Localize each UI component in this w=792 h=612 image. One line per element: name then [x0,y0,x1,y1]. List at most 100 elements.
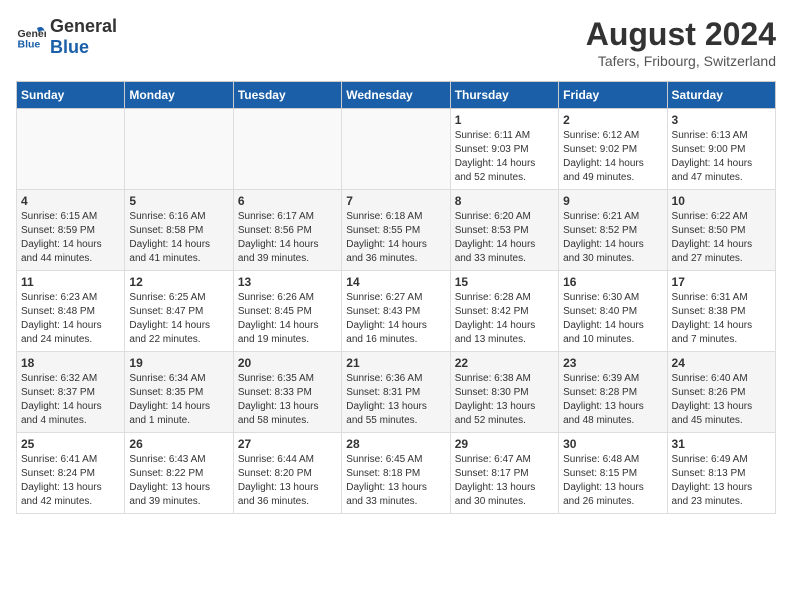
calendar-cell: 3 Sunrise: 6:13 AM Sunset: 9:00 PM Daylig… [667,109,775,190]
day-number: 5 [129,194,228,208]
day-info: Sunrise: 6:43 AM Sunset: 8:22 PM Dayligh… [129,453,228,509]
calendar-cell: 5Sunrise: 6:16 AM Sunset: 8:58 PM Daylig… [125,190,233,271]
day-info: Sunrise: 6:21 AM Sunset: 8:52 PM Dayligh… [563,210,662,266]
calendar-week-row: 4Sunrise: 6:15 AM Sunset: 8:59 PM Daylig… [17,190,776,271]
calendar-cell [233,109,341,190]
calendar-week-row: 18Sunrise: 6:32 AM Sunset: 8:37 PM Dayli… [17,352,776,433]
day-number: 31 [672,437,771,451]
calendar-cell [342,109,450,190]
calendar-cell: 13 Sunrise: 6:26 AM Sunset: 8:45 PM Dayli… [233,271,341,352]
day-info: Sunrise: 6:23 AM Sunset: 8:48 PM Dayligh… [21,291,120,347]
day-info: Sunrise: 6:22 AM Sunset: 8:50 PM Dayligh… [672,210,771,266]
day-number: 30 [563,437,662,451]
calendar-cell: 6Sunrise: 6:17 AM Sunset: 8:56 PM Daylig… [233,190,341,271]
day-number: 26 [129,437,228,451]
day-info: Sunrise: 6:39 AM Sunset: 8:28 PM Dayligh… [563,372,662,428]
weekday-header-thursday: Thursday [450,82,558,109]
calendar-cell: 10 Sunrise: 6:22 AM Sunset: 8:50 PM Dayli… [667,190,775,271]
calendar-cell: 31Sunrise: 6:49 AM Sunset: 8:13 PM Dayli… [667,433,775,514]
day-info: Sunrise: 6:34 AM Sunset: 8:35 PM Dayligh… [129,372,228,428]
calendar-week-row: 25Sunrise: 6:41 AM Sunset: 8:24 PM Dayli… [17,433,776,514]
title-section: August 2024 Tafers, Fribourg, Switzerlan… [586,16,776,69]
day-info: Sunrise: 6:13 AM Sunset: 9:00 PM Dayligh… [672,129,771,185]
day-number: 17 [672,275,771,289]
day-info: Sunrise: 6:38 AM Sunset: 8:30 PM Dayligh… [455,372,554,428]
day-number: 20 [238,356,337,370]
day-info: Sunrise: 6:48 AM Sunset: 8:15 PM Dayligh… [563,453,662,509]
day-number: 1 [455,113,554,127]
day-info: Sunrise: 6:35 AM Sunset: 8:33 PM Dayligh… [238,372,337,428]
day-number: 27 [238,437,337,451]
day-number: 2 [563,113,662,127]
day-info: Sunrise: 6:25 AM Sunset: 8:47 PM Dayligh… [129,291,228,347]
calendar-cell: 29 Sunrise: 6:47 AM Sunset: 8:17 PM Dayli… [450,433,558,514]
day-info: Sunrise: 6:47 AM Sunset: 8:17 PM Dayligh… [455,453,554,509]
logo-icon: General Blue [16,22,46,52]
day-number: 14 [346,275,445,289]
calendar-cell: 11 Sunrise: 6:23 AM Sunset: 8:48 PM Dayli… [17,271,125,352]
day-info: Sunrise: 6:26 AM Sunset: 8:45 PM Dayligh… [238,291,337,347]
day-number: 28 [346,437,445,451]
day-number: 13 [238,275,337,289]
calendar-cell: 21 Sunrise: 6:36 AM Sunset: 8:31 PM Dayli… [342,352,450,433]
calendar-cell: 8 Sunrise: 6:20 AM Sunset: 8:53 PM Daylig… [450,190,558,271]
day-info: Sunrise: 6:40 AM Sunset: 8:26 PM Dayligh… [672,372,771,428]
day-number: 10 [672,194,771,208]
day-number: 23 [563,356,662,370]
calendar-cell [17,109,125,190]
day-number: 21 [346,356,445,370]
day-number: 11 [21,275,120,289]
day-info: Sunrise: 6:28 AM Sunset: 8:42 PM Dayligh… [455,291,554,347]
day-info: Sunrise: 6:12 AM Sunset: 9:02 PM Dayligh… [563,129,662,185]
day-number: 19 [129,356,228,370]
day-info: Sunrise: 6:36 AM Sunset: 8:31 PM Dayligh… [346,372,445,428]
day-info: Sunrise: 6:15 AM Sunset: 8:59 PM Dayligh… [21,210,120,266]
weekday-header-saturday: Saturday [667,82,775,109]
day-number: 24 [672,356,771,370]
day-number: 15 [455,275,554,289]
calendar-cell: 27 Sunrise: 6:44 AM Sunset: 8:20 PM Dayli… [233,433,341,514]
weekday-header-friday: Friday [559,82,667,109]
day-number: 29 [455,437,554,451]
calendar-cell: 30 Sunrise: 6:48 AM Sunset: 8:15 PM Dayli… [559,433,667,514]
day-number: 3 [672,113,771,127]
calendar-cell: 7 Sunrise: 6:18 AM Sunset: 8:55 PM Daylig… [342,190,450,271]
calendar-cell: 26 Sunrise: 6:43 AM Sunset: 8:22 PM Dayli… [125,433,233,514]
calendar-week-row: 1Sunrise: 6:11 AM Sunset: 9:03 PM Daylig… [17,109,776,190]
calendar-cell: 28 Sunrise: 6:45 AM Sunset: 8:18 PM Dayli… [342,433,450,514]
svg-text:Blue: Blue [18,39,41,51]
calendar-cell: 19 Sunrise: 6:34 AM Sunset: 8:35 PM Dayli… [125,352,233,433]
calendar-week-row: 11 Sunrise: 6:23 AM Sunset: 8:48 PM Dayli… [17,271,776,352]
day-info: Sunrise: 6:30 AM Sunset: 8:40 PM Dayligh… [563,291,662,347]
calendar-cell: 18Sunrise: 6:32 AM Sunset: 8:37 PM Dayli… [17,352,125,433]
logo: General Blue General Blue [16,16,117,58]
day-info: Sunrise: 6:20 AM Sunset: 8:53 PM Dayligh… [455,210,554,266]
calendar-cell: 16 Sunrise: 6:30 AM Sunset: 8:40 PM Dayli… [559,271,667,352]
calendar-cell: 12 Sunrise: 6:25 AM Sunset: 8:47 PM Dayli… [125,271,233,352]
calendar-cell: 20 Sunrise: 6:35 AM Sunset: 8:33 PM Dayli… [233,352,341,433]
calendar-cell: 22 Sunrise: 6:38 AM Sunset: 8:30 PM Dayli… [450,352,558,433]
day-info: Sunrise: 6:31 AM Sunset: 8:38 PM Dayligh… [672,291,771,347]
day-number: 12 [129,275,228,289]
calendar-cell: 23 Sunrise: 6:39 AM Sunset: 8:28 PM Dayli… [559,352,667,433]
weekday-header-wednesday: Wednesday [342,82,450,109]
calendar-cell: 9Sunrise: 6:21 AM Sunset: 8:52 PM Daylig… [559,190,667,271]
day-info: Sunrise: 6:18 AM Sunset: 8:55 PM Dayligh… [346,210,445,266]
calendar-cell: 1Sunrise: 6:11 AM Sunset: 9:03 PM Daylig… [450,109,558,190]
calendar-cell: 2 Sunrise: 6:12 AM Sunset: 9:02 PM Daylig… [559,109,667,190]
day-number: 6 [238,194,337,208]
calendar-table: SundayMondayTuesdayWednesdayThursdayFrid… [16,81,776,514]
weekday-header-monday: Monday [125,82,233,109]
calendar-header-row: SundayMondayTuesdayWednesdayThursdayFrid… [17,82,776,109]
day-number: 18 [21,356,120,370]
day-number: 22 [455,356,554,370]
location-subtitle: Tafers, Fribourg, Switzerland [586,53,776,69]
day-number: 8 [455,194,554,208]
day-number: 7 [346,194,445,208]
calendar-cell [125,109,233,190]
day-info: Sunrise: 6:45 AM Sunset: 8:18 PM Dayligh… [346,453,445,509]
day-info: Sunrise: 6:41 AM Sunset: 8:24 PM Dayligh… [21,453,120,509]
day-number: 16 [563,275,662,289]
day-info: Sunrise: 6:44 AM Sunset: 8:20 PM Dayligh… [238,453,337,509]
weekday-header-sunday: Sunday [17,82,125,109]
